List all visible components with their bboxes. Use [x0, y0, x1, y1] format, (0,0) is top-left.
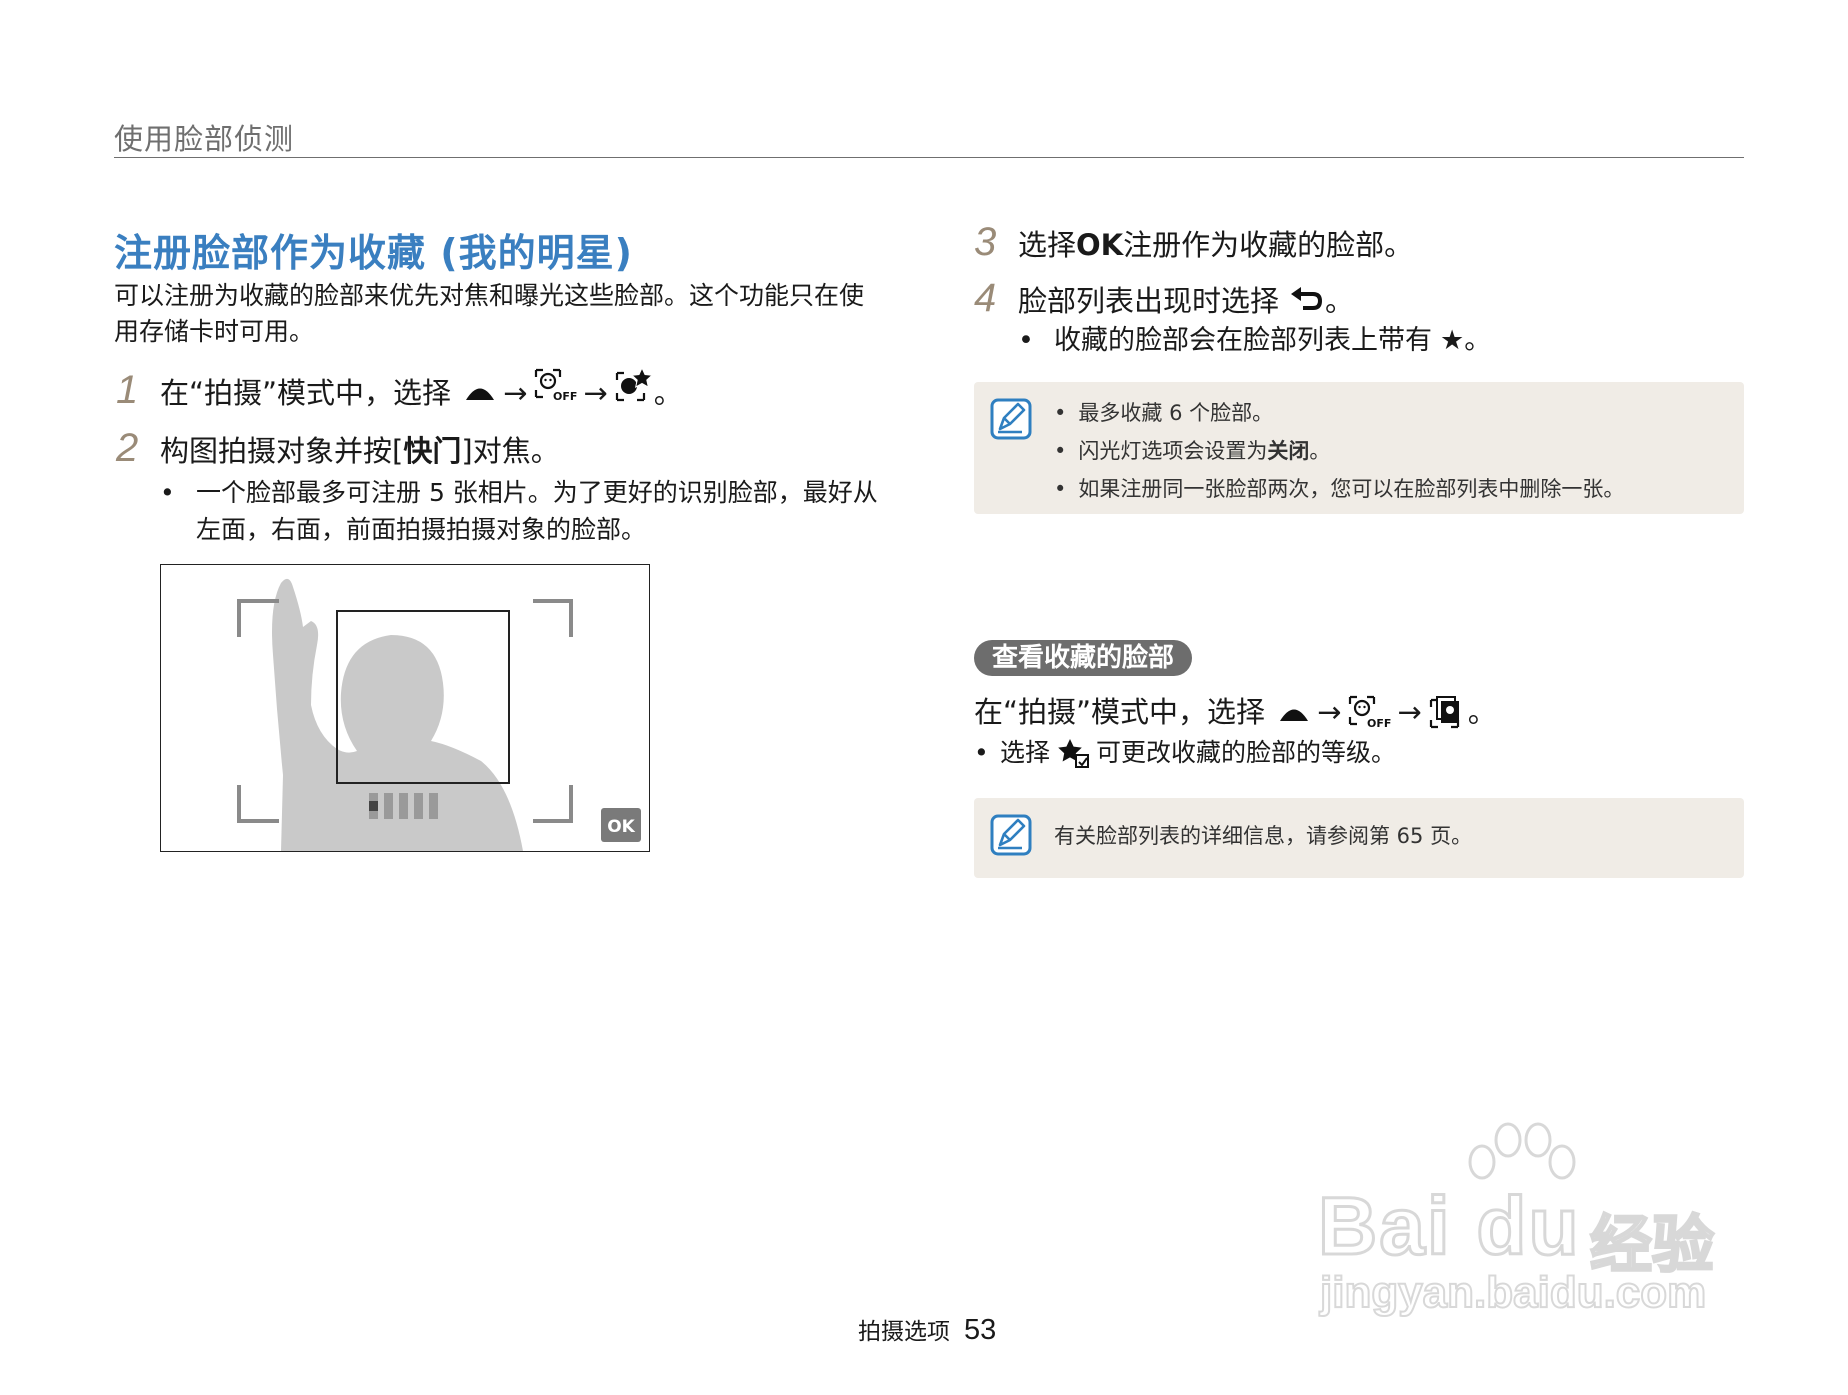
note-pen-icon [990, 814, 1032, 856]
face-list-icon [1428, 694, 1468, 730]
step-number: 4 [974, 276, 997, 320]
view-favorites-step: 在“拍摄”模式中，选择 → OFF → 。 [974, 692, 1497, 732]
person-silhouette [272, 578, 523, 851]
page-title: 注册脸部作为收藏 (我的明星) [114, 231, 633, 275]
face-star-icon [614, 367, 654, 403]
step-4-bullet: • 收藏的脸部会在脸部列表上带有 ★ 。 [1018, 322, 1718, 359]
bullet-text: 一个脸部最多可注册 5 张相片。为了更好的识别脸部，最好从左面，右面，前面拍摄拍… [196, 478, 878, 544]
note-item: 闪光灯选项会设置为关闭。 [1054, 432, 1624, 470]
note-box: 有关脸部列表的详细信息，请参阅第 65 页。 [974, 798, 1744, 878]
camera-screen-illustration: OK [160, 564, 650, 852]
face-detect-off-icon: OFF [533, 367, 577, 403]
step-3: 3 选择 OK 注册作为收藏的脸部。 [974, 222, 1413, 265]
ok-button: OK [601, 808, 641, 842]
up-triangle-icon [1277, 700, 1311, 724]
view-favorites-bullet: • 选择 可更改收藏的脸部的等级。 [974, 734, 1396, 771]
star-glyph: ★ [1440, 325, 1465, 356]
note-pen-icon [990, 398, 1032, 440]
bracket-open: [ [392, 434, 404, 468]
baidu-jingyan-watermark: Bai du 经验 jingyan.baidu.com [1317, 1122, 1748, 1322]
step-text: 选择 [1018, 228, 1077, 262]
step-number: 2 [116, 426, 139, 470]
face-detect-off-icon: OFF [1347, 694, 1391, 730]
header-divider [114, 157, 1744, 158]
step-end: 。 [1467, 695, 1497, 729]
note-list: 最多收藏 6 个脸部。 闪光灯选项会设置为关闭。 如果注册同一张脸部两次，您可以… [1054, 394, 1624, 508]
step-text: 脸部列表出现时选择 [1018, 284, 1280, 318]
ok-key-label: OK [1076, 228, 1124, 262]
page-number: 53 [964, 1314, 997, 1346]
subsection-pill-label: 查看收藏的脸部 [974, 640, 1193, 676]
step-text: 在“拍摄”模式中，选择 [160, 376, 452, 410]
note-item: 如果注册同一张脸部两次，您可以在脸部列表中删除一张。 [1054, 470, 1624, 508]
up-triangle-icon [463, 379, 497, 403]
section-label: 使用脸部侦测 [114, 122, 295, 156]
arrow-glyph: → [583, 376, 608, 410]
svg-text:OFF: OFF [553, 390, 577, 403]
watermark-brand: Bai du [1317, 1180, 1581, 1274]
note-box: 最多收藏 6 个脸部。 闪光灯选项会设置为关闭。 如果注册同一张脸部两次，您可以… [974, 382, 1744, 514]
step-number: 1 [116, 368, 139, 412]
step-2: 2 构图拍摄对象并按 [快门] 对焦。 [116, 428, 560, 471]
step-end: 。 [653, 376, 683, 410]
step-1: 1 在“拍摄”模式中，选择 → OFF → 。 [116, 367, 683, 413]
note-text: 有关脸部列表的详细信息，请参阅第 65 页。 [1054, 824, 1473, 848]
step-number: 3 [974, 220, 997, 264]
step-4: 4 脸部列表出现时选择 。 [974, 278, 1354, 321]
bullet-text: 选择 [1000, 738, 1051, 767]
arrow-glyph: → [1397, 695, 1422, 729]
svg-text:OK: OK [607, 817, 635, 837]
bullet-end: 。 [1464, 325, 1492, 356]
bullet-text-end: 可更改收藏的脸部的等级。 [1096, 738, 1397, 767]
step-2-bullet: • 一个脸部最多可注册 5 张相片。为了更好的识别脸部，最好从左面，右面，前面拍… [160, 474, 880, 548]
arrow-glyph: → [1317, 695, 1342, 729]
intro-paragraph: 可以注册为收藏的脸部来优先对焦和曝光这些脸部。这个功能只在使用存储卡时可用。 [114, 281, 865, 346]
star-rank-icon [1056, 738, 1090, 768]
back-return-icon [1289, 283, 1325, 311]
step-text: 在“拍摄”模式中，选择 [974, 695, 1266, 729]
page-footer: 拍摄选项 53 [858, 1312, 996, 1347]
svg-text:OFF: OFF [1367, 717, 1391, 730]
footer-chapter-label: 拍摄选项 [858, 1319, 950, 1345]
step-end: 。 [1325, 284, 1355, 318]
bullet-dot: • [160, 478, 175, 507]
bullet-dot: • [1018, 325, 1034, 356]
shutter-key-label: 快门 [403, 434, 462, 468]
step-text: 构图拍摄对象并按 [160, 434, 393, 468]
step-text-end: 对焦。 [472, 434, 560, 468]
note-item: 最多收藏 6 个脸部。 [1054, 394, 1624, 432]
arrow-glyph: → [503, 376, 528, 410]
bullet-dot: • [974, 738, 989, 767]
flash-off-label: 关闭 [1267, 439, 1310, 463]
bracket-close: ] [461, 434, 473, 468]
step-text-end: 注册作为收藏的脸部。 [1123, 228, 1414, 262]
watermark-url: jingyan.baidu.com [1319, 1267, 1707, 1318]
bullet-text: 收藏的脸部会在脸部列表上带有 [1054, 325, 1432, 356]
